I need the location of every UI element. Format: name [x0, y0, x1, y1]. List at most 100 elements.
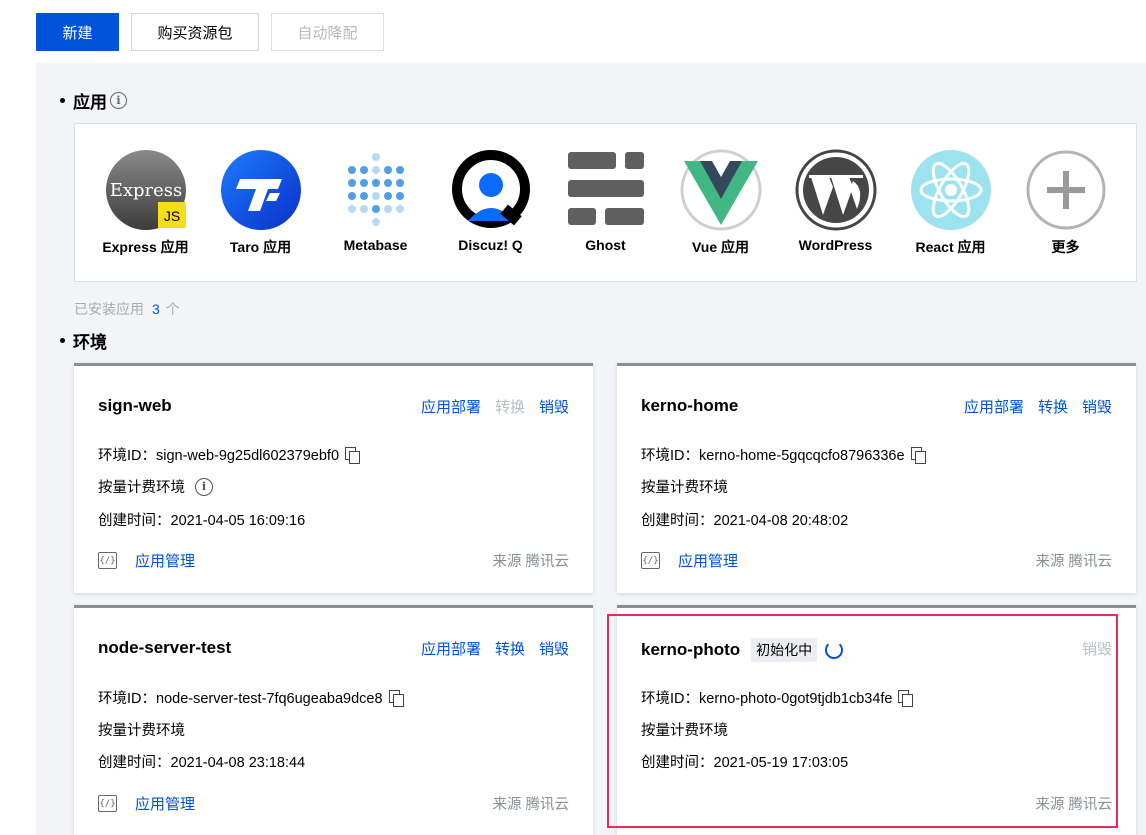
- app-name: 更多: [1051, 239, 1080, 255]
- billing-text: 按量计费环境: [98, 723, 185, 739]
- app-name: Ghost: [585, 237, 626, 253]
- created-row: 创建时间：2021-04-05 16:09:16: [98, 509, 305, 530]
- taro-icon: [220, 149, 302, 231]
- app-manage-label: 应用管理: [678, 553, 739, 570]
- convert-link: 转换: [494, 399, 525, 416]
- env-id-row: 环境ID：kerno-home-5gqcqcfo8796336e: [641, 444, 926, 465]
- env-id-text: 环境ID：kerno-photo-0got9tjdb1cb34fe: [641, 691, 893, 707]
- deploy-app-link[interactable]: 应用部署: [421, 638, 481, 659]
- source-text: 来源 腾讯云: [492, 554, 569, 570]
- billing-row: 按量计费环境 i: [98, 476, 213, 497]
- env-id-row: 环境ID：node-server-test-7fq6ugeaba9dce8: [98, 687, 404, 708]
- env-id-row: 环境ID：kerno-photo-0got9tjdb1cb34fe: [641, 687, 914, 708]
- convert-link[interactable]: 转换: [1038, 396, 1068, 417]
- copy-icon[interactable]: [898, 690, 914, 707]
- created-text: 创建时间：2021-04-05 16:09:16: [98, 513, 306, 529]
- copy-icon[interactable]: [388, 690, 404, 707]
- env-actions: 应用部署 转换 销毁: [964, 396, 1112, 417]
- app-manage-link[interactable]: {/} 应用管理: [98, 550, 195, 571]
- info-icon[interactable]: i: [195, 477, 213, 496]
- app-name: React 应用: [915, 239, 986, 255]
- env-card-sign-web: sign-web 应用部署 转换 销毁 环境ID：sign-web-9g25dl…: [74, 363, 593, 593]
- source-text: 来源 腾讯云: [492, 797, 569, 813]
- app-wordpress[interactable]: WordPress: [778, 149, 893, 253]
- app-more[interactable]: 更多: [1008, 149, 1123, 257]
- app-name: Metabase: [343, 237, 408, 253]
- app-manage-label: 应用管理: [135, 796, 196, 813]
- wordpress-icon: [795, 149, 877, 231]
- app-ghost[interactable]: Ghost: [548, 149, 663, 253]
- deploy-app-link[interactable]: 应用部署: [421, 396, 481, 417]
- code-icon: {/}: [641, 552, 660, 569]
- created-text: 创建时间：2021-04-08 20:48:02: [641, 513, 849, 529]
- env-name-row: kerno-photo 初始化中: [641, 638, 844, 662]
- convert-link[interactable]: 转换: [495, 638, 525, 659]
- status-badge: 初始化中: [751, 638, 818, 662]
- js-badge-text: JS: [163, 208, 179, 224]
- env-card-node-server-test: node-server-test 应用部署 转换 销毁 环境ID：node-se…: [74, 605, 593, 835]
- env-name: kerno-home: [641, 396, 739, 415]
- bullet-dot: [60, 98, 65, 103]
- destroy-link[interactable]: 销毁: [539, 396, 569, 417]
- billing-text: 按量计费环境: [641, 723, 728, 739]
- app-taro[interactable]: Taro 应用: [203, 149, 318, 257]
- ghost-icon: [565, 149, 647, 231]
- app-vue[interactable]: Vue 应用: [663, 149, 778, 257]
- env-card-kerno-photo: kerno-photo 初始化中 销毁 环境ID：kerno-photo-0go…: [617, 605, 1136, 835]
- express-icon: Express JS: [105, 149, 187, 231]
- metabase-icon: [335, 149, 417, 231]
- app-metabase[interactable]: Metabase: [318, 149, 433, 253]
- apps-section-title: 应用 i: [60, 88, 127, 113]
- app-discuz[interactable]: Discuz! Q: [433, 149, 548, 253]
- env-name: node-server-test: [98, 638, 232, 657]
- env-id-text: 环境ID：sign-web-9g25dl602379ebf0: [98, 448, 340, 464]
- destroy-link[interactable]: 销毁: [1082, 396, 1112, 417]
- toolbar: 新建 购买资源包 自动降配: [36, 13, 384, 51]
- env-actions: 销毁: [1082, 638, 1112, 659]
- bullet-dot: [60, 338, 65, 343]
- billing-row: 按量计费环境: [98, 719, 185, 740]
- app-name: Taro 应用: [229, 239, 292, 255]
- plus-icon: [1025, 149, 1107, 231]
- app-express[interactable]: Express JS Express 应用: [88, 149, 203, 257]
- billing-text: 按量计费环境: [641, 480, 728, 496]
- loading-spinner-icon: [825, 641, 844, 659]
- env-id-text: 环境ID：node-server-test-7fq6ugeaba9dce8: [98, 691, 383, 707]
- installed-unit: 个: [165, 301, 180, 317]
- copy-icon[interactable]: [345, 447, 361, 464]
- env-name: kerno-photo: [641, 640, 741, 659]
- billing-row: 按量计费环境: [641, 719, 728, 740]
- apps-title-text: 应用: [73, 93, 107, 112]
- destroy-link: 销毁: [1081, 641, 1112, 658]
- new-button[interactable]: 新建: [36, 13, 119, 51]
- discuz-icon: [450, 149, 532, 231]
- auto-downgrade-button: 自动降配: [271, 13, 384, 51]
- env-actions: 应用部署 转换 销毁: [421, 638, 569, 659]
- app-react[interactable]: React 应用: [893, 149, 1008, 257]
- env-section-title: 环境: [60, 328, 107, 353]
- buy-resource-pack-button[interactable]: 购买资源包: [131, 13, 259, 51]
- env-id-row: 环境ID：sign-web-9g25dl602379ebf0: [98, 444, 361, 465]
- created-text: 创建时间：2021-04-08 23:18:44: [98, 755, 306, 771]
- copy-icon[interactable]: [910, 447, 926, 464]
- app-manage-link[interactable]: {/} 应用管理: [98, 793, 195, 814]
- express-logo-text: Express: [109, 180, 182, 201]
- deploy-app-link[interactable]: 应用部署: [964, 396, 1024, 417]
- app-manage-link[interactable]: {/} 应用管理: [641, 550, 738, 571]
- created-row: 创建时间：2021-04-08 23:18:44: [98, 751, 305, 772]
- created-row: 创建时间：2021-04-08 20:48:02: [641, 509, 848, 530]
- env-actions: 应用部署 转换 销毁: [421, 396, 569, 417]
- source-text: 来源 腾讯云: [1035, 554, 1112, 570]
- info-icon[interactable]: i: [110, 92, 127, 109]
- installed-count-link[interactable]: 3: [152, 301, 160, 317]
- destroy-link[interactable]: 销毁: [539, 638, 569, 659]
- created-text: 创建时间：2021-05-19 17:03:05: [641, 755, 849, 771]
- code-icon: {/}: [98, 795, 117, 812]
- app-name: Vue 应用: [691, 239, 750, 255]
- app-name: Express 应用: [102, 239, 189, 255]
- billing-text: 按量计费环境: [98, 480, 185, 496]
- env-id-text: 环境ID：kerno-home-5gqcqcfo8796336e: [641, 448, 905, 464]
- source-text: 来源 腾讯云: [1035, 797, 1112, 813]
- env-card-kerno-home: kerno-home 应用部署 转换 销毁 环境ID：kerno-home-5g…: [617, 363, 1136, 593]
- app-name: Discuz! Q: [458, 237, 523, 253]
